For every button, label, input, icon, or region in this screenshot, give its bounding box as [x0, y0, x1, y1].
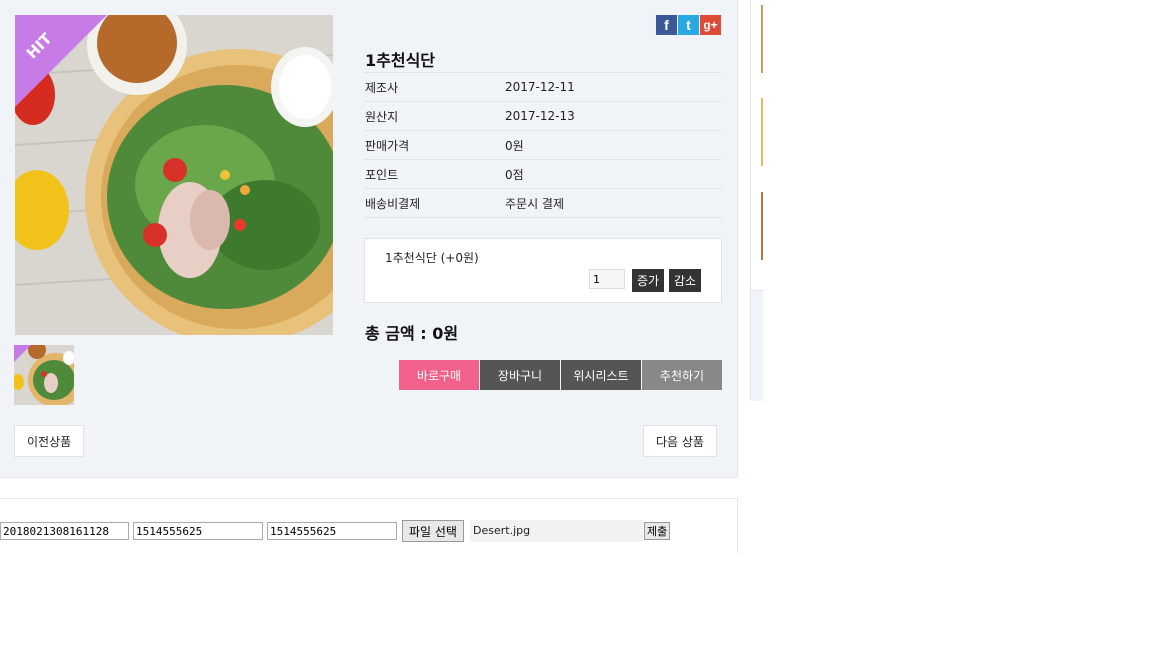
prev-product-button[interactable]: 이전상품 — [14, 425, 85, 457]
info-value: 주문시 결제 — [505, 196, 565, 211]
side-strip — [750, 0, 763, 401]
info-label: 제조사 — [365, 80, 399, 95]
side-thumb[interactable] — [761, 192, 763, 260]
product-main-image: HIT — [15, 15, 333, 335]
increase-button[interactable]: 증가 — [632, 269, 665, 292]
twitter-icon[interactable]: t — [678, 15, 699, 35]
side-bottom — [751, 290, 763, 401]
option-name: 1추천식단 (+0원) — [385, 251, 479, 265]
googleplus-icon[interactable]: g+ — [700, 15, 721, 35]
product-title: 1추천식단 — [365, 51, 436, 70]
info-label: 포인트 — [365, 167, 399, 182]
side-thumb[interactable] — [761, 98, 763, 166]
salad-photo — [15, 15, 333, 335]
info-label: 배송비결제 — [365, 196, 421, 211]
info-row: 제조사 2017-12-11 — [364, 73, 722, 102]
next-product-button[interactable]: 다음 상품 — [643, 425, 717, 457]
submit-button[interactable]: 제출 — [644, 522, 671, 540]
info-value: 2017-12-13 — [505, 109, 575, 123]
info-row: 포인트 0점 — [364, 160, 722, 189]
thumbnail-image — [14, 345, 74, 405]
order-id-input[interactable] — [0, 522, 129, 540]
quantity-input[interactable] — [589, 269, 625, 289]
selected-file-name: Desert.jpg — [470, 520, 643, 542]
side-thumb[interactable] — [761, 5, 763, 73]
info-value: 0점 — [505, 167, 524, 182]
cart-button[interactable]: 장바구니 — [480, 360, 560, 390]
info-row: 원산지 2017-12-13 — [364, 102, 722, 131]
info-label: 판매가격 — [365, 138, 410, 153]
recommend-button[interactable]: 추천하기 — [642, 360, 722, 390]
info-value: 2017-12-11 — [505, 80, 575, 94]
product-info-table: 제조사 2017-12-11 원산지 2017-12-13 판매가격 0원 포인… — [364, 72, 722, 218]
info-value: 0원 — [505, 138, 524, 153]
buy-now-button[interactable]: 바로구매 — [399, 360, 479, 390]
timestamp-input-2[interactable] — [267, 522, 397, 540]
info-row: 판매가격 0원 — [364, 131, 722, 160]
info-label: 원산지 — [365, 109, 399, 124]
form-area-border — [737, 498, 738, 553]
product-thumbnail[interactable] — [14, 345, 74, 405]
facebook-icon[interactable]: f — [656, 15, 677, 35]
option-box: 1추천식단 (+0원) 증가 감소 — [364, 238, 722, 303]
decrease-button[interactable]: 감소 — [669, 269, 702, 292]
wishlist-button[interactable]: 위시리스트 — [561, 360, 641, 390]
file-select-button[interactable]: 파일 선택 — [402, 520, 464, 542]
section-divider — [0, 498, 737, 499]
total-price: 총 금액 : 0원 — [365, 324, 459, 343]
info-row: 배송비결제 주문시 결제 — [364, 189, 722, 218]
timestamp-input-1[interactable] — [133, 522, 263, 540]
